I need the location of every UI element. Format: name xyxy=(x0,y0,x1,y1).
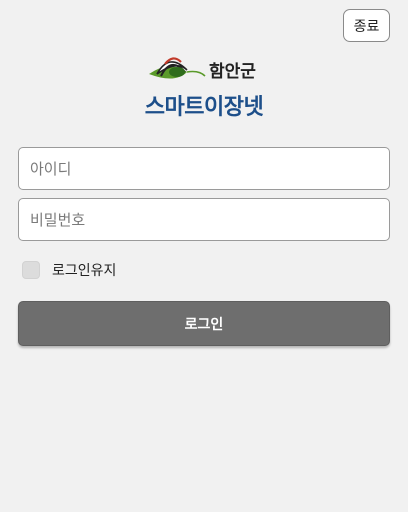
exit-button[interactable]: 종료 xyxy=(343,9,390,42)
county-emblem-icon: 함안군 xyxy=(147,50,261,88)
login-button[interactable]: 로그인 xyxy=(18,301,390,346)
keep-login-checkbox[interactable] xyxy=(22,261,40,279)
password-input[interactable] xyxy=(18,198,390,241)
keep-login-row[interactable]: 로그인유지 xyxy=(22,260,116,280)
app-title: 스마트이장넷 xyxy=(144,95,264,120)
keep-login-label: 로그인유지 xyxy=(52,263,117,279)
id-input[interactable] xyxy=(18,147,390,190)
svg-text:함안군: 함안군 xyxy=(209,61,256,82)
